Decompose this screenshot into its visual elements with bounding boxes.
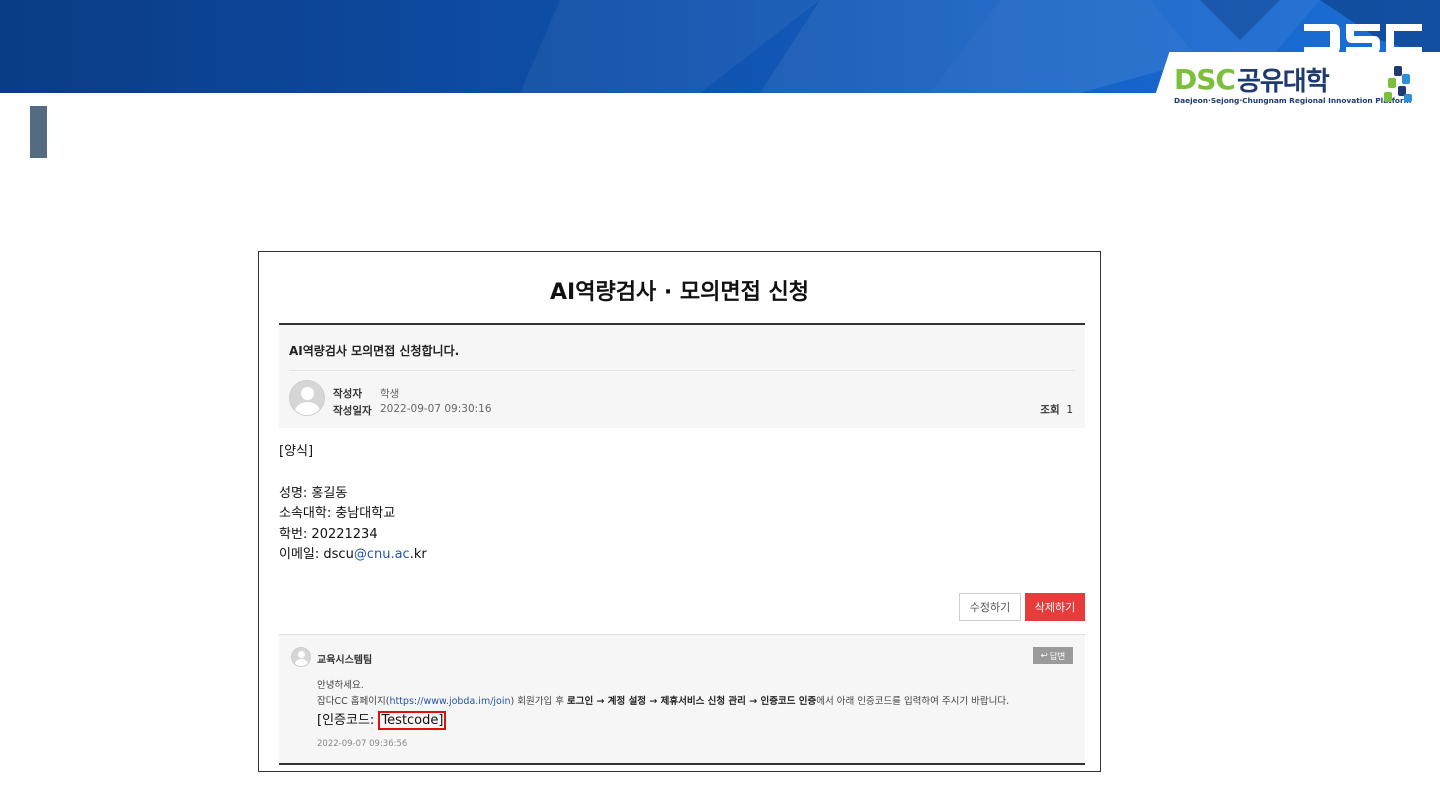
logo-tagline: Daejeon·Sejong·Chungnam Regional Innovat… <box>1174 96 1412 105</box>
dsc-university-logo: DSC 공유대학 <box>1174 62 1330 97</box>
reply-instruction: 잡다CC 홈페이지(https://www.jobda.im/join) 회원가… <box>317 693 1009 707</box>
reply-line-suffix: 에서 아래 인증코드를 입력하여 주시기 바랍니다. <box>816 696 1010 707</box>
email-link[interactable]: @cnu.ac <box>354 547 410 562</box>
post-header: AI역량검사 모의면접 신청합니다. 작성자 학생 작성일자 2022-09-0… <box>279 323 1085 428</box>
logo-brand: DSC <box>1174 62 1236 96</box>
dsc-symbol-logo <box>1304 24 1422 54</box>
reply-line-prefix: 잡다CC 홈페이지( <box>317 696 390 707</box>
body-student-id: 학번: 20221234 <box>279 526 378 542</box>
reply-line-mid: ) 회원가입 후 <box>510 696 567 707</box>
post-header-divider <box>289 370 1075 371</box>
reply-author: 교육시스템팀 <box>317 655 373 666</box>
auth-code-label: [인증코드: <box>317 713 379 728</box>
delete-button[interactable]: 삭제하기 <box>1025 593 1085 621</box>
view-count: 조회 1 <box>1040 402 1073 417</box>
reply-button-label: 답변 <box>1049 651 1066 662</box>
body-name: 성명: 홍길동 <box>279 485 348 501</box>
author-avatar <box>289 380 325 416</box>
views-value: 1 <box>1066 404 1073 416</box>
date-label: 작성일자 <box>333 405 372 417</box>
form-label: [양식] <box>279 444 314 459</box>
dsc-emblem-icon <box>1384 66 1412 102</box>
logo-brand-kr: 공유대학 <box>1236 66 1330 97</box>
email-suffix: .kr <box>409 547 427 562</box>
auth-code-line: [인증코드: Testcode] <box>317 709 447 730</box>
reply-line-steps: 로그인 → 계정 설정 → 제휴서비스 신청 관리 → 인증코드 인증 <box>566 696 817 707</box>
post-page-title: AI역량검사 · 모의면접 신청 <box>550 280 809 305</box>
post-date: 2022-09-07 09:30:16 <box>380 403 492 415</box>
reply-comment: 교육시스템팀 ↩ 답변 안녕하세요. 잡다CC 홈페이지(https://www… <box>279 634 1085 764</box>
author-name: 학생 <box>380 388 400 400</box>
body-university: 소속대학: 충남대학교 <box>279 506 396 521</box>
body-email: 이메일: dscu@cnu.ac.kr <box>279 545 427 566</box>
reply-bottom-border <box>279 763 1085 765</box>
reply-date: 2022-09-07 09:36:56 <box>317 739 408 749</box>
edit-button[interactable]: 수정하기 <box>959 593 1021 621</box>
views-label: 조회 <box>1040 404 1060 416</box>
reply-greeting: 안녕하세요. <box>317 680 364 691</box>
auth-code-highlight: Testcode] <box>378 711 447 730</box>
reply-arrow-icon: ↩ <box>1040 650 1048 661</box>
post-subject: AI역량검사 모의면접 신청합니다. <box>289 344 460 358</box>
email-prefix: 이메일: dscu <box>279 547 354 562</box>
reply-button[interactable]: ↩ 답변 <box>1033 647 1073 664</box>
board-post-screenshot: AI역량검사 · 모의면접 신청 AI역량검사 모의면접 신청합니다. 작성자 … <box>258 251 1101 772</box>
author-label: 작성자 <box>333 388 362 400</box>
post-body: [양식] 성명: 홍길동 소속대학: 충남대학교 학번: 20221234 이메… <box>279 442 427 566</box>
slide-section-marker <box>30 106 47 158</box>
jobda-link[interactable]: https://www.jobda.im/join <box>389 696 510 707</box>
reply-avatar <box>291 647 311 667</box>
